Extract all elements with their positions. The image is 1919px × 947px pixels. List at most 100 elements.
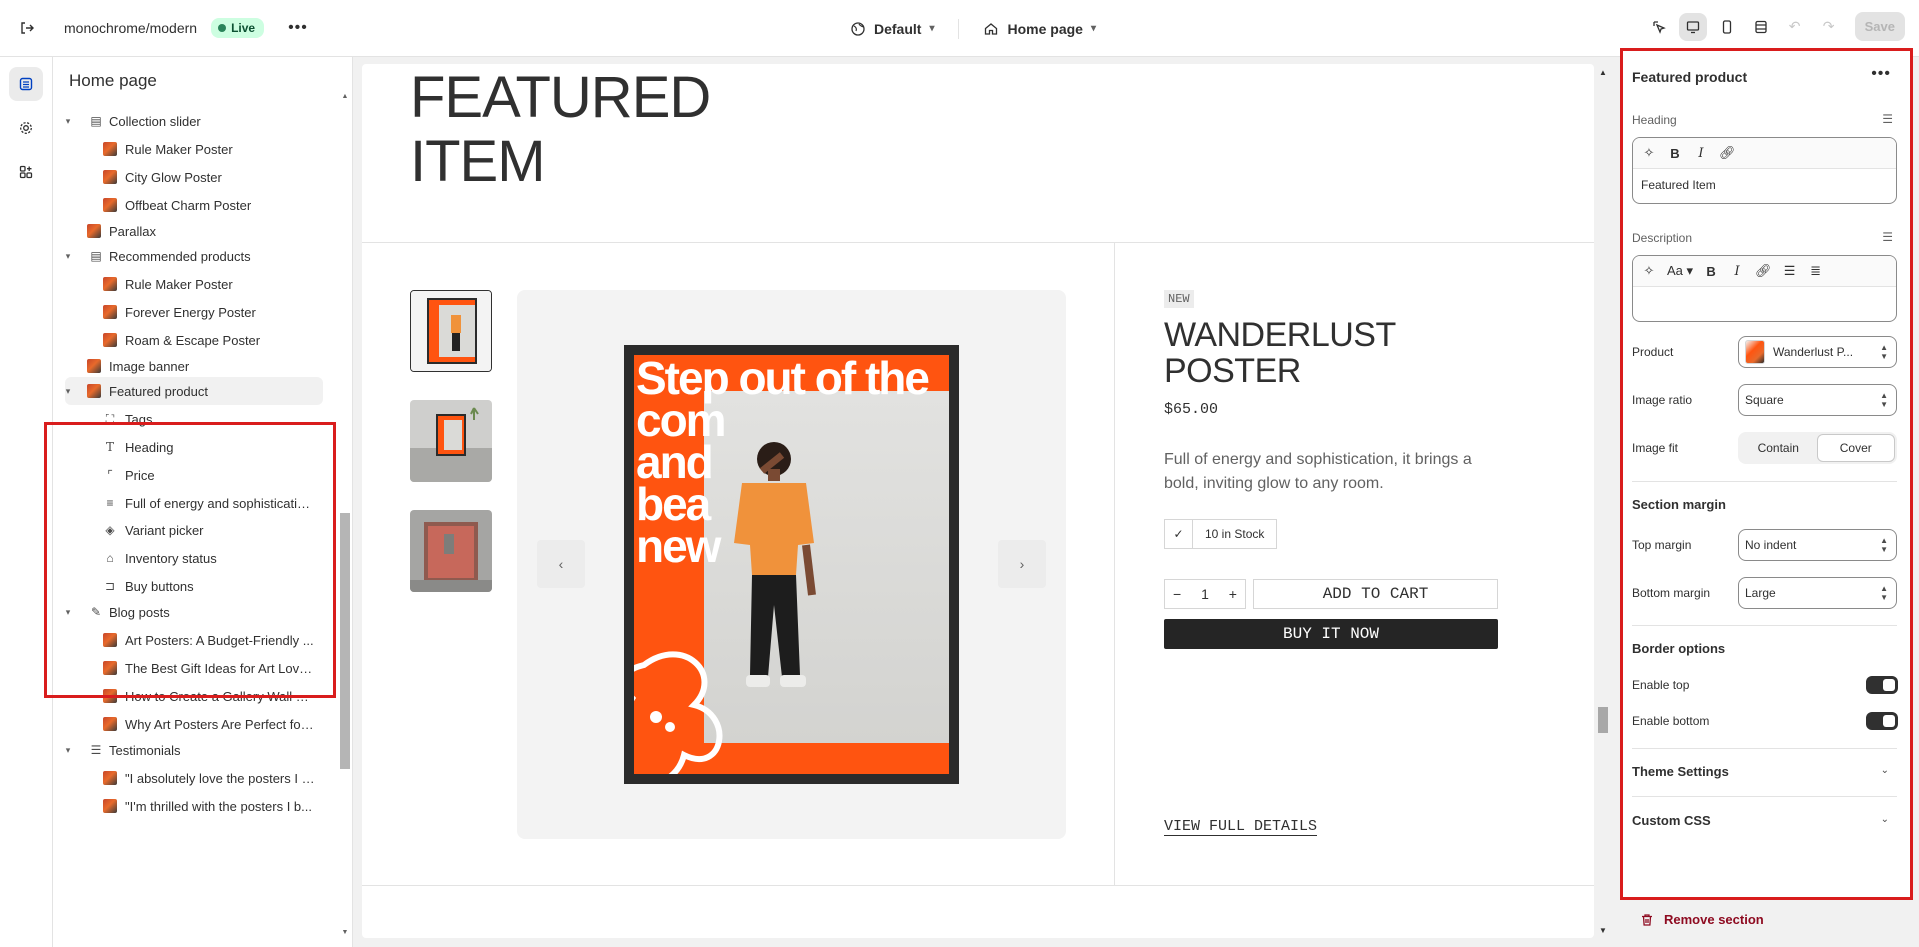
tree-item-parallax[interactable]: Parallax: [53, 217, 339, 245]
fullscreen-view-button[interactable]: [1747, 13, 1775, 41]
exit-button[interactable]: [0, 0, 54, 57]
media-thumbnail[interactable]: [410, 400, 492, 482]
sidebar-scrollbar[interactable]: ▲ ▼: [340, 93, 350, 939]
preview-scrollbar[interactable]: ▲ ▼: [1596, 64, 1610, 938]
image-fit-contain-option[interactable]: Contain: [1740, 434, 1817, 462]
divider: [1114, 243, 1115, 885]
inspector-button[interactable]: [1645, 13, 1673, 41]
apps-nav-button[interactable]: [9, 155, 43, 189]
tree-item-roam-escape-poster[interactable]: Roam & Escape Poster: [53, 326, 339, 354]
media-thumbnail[interactable]: [410, 510, 492, 592]
bottom-margin-select[interactable]: Large ▲ ▼: [1738, 577, 1897, 609]
save-button[interactable]: Save: [1854, 12, 1905, 41]
italic-button[interactable]: I: [1729, 264, 1745, 279]
theme-settings-nav-button[interactable]: [9, 111, 43, 145]
media-thumbnail[interactable]: [410, 290, 492, 372]
image-ratio-select[interactable]: Square ▲ ▼: [1738, 384, 1897, 416]
chevron-down-icon[interactable]: ⌄: [1881, 814, 1889, 825]
image-fit-cover-option[interactable]: Cover: [1816, 434, 1895, 462]
tree-item-offbeat-charm-poster[interactable]: Offbeat Charm Poster: [53, 191, 339, 219]
scrollbar-thumb[interactable]: [1598, 707, 1608, 733]
chevron-down-icon[interactable]: ⌄: [1881, 765, 1889, 776]
scrollbar-thumb[interactable]: [340, 513, 350, 769]
panel-more-button[interactable]: •••: [1871, 65, 1891, 83]
remove-section-button[interactable]: Remove section: [1640, 912, 1764, 927]
font-format-menu[interactable]: Aa ▾: [1667, 263, 1693, 279]
home-icon: [985, 22, 998, 35]
custom-css-accordion[interactable]: Custom CSS: [1632, 813, 1711, 828]
link-button[interactable]: 🔗︎: [1719, 145, 1736, 161]
scroll-down-icon: ▼: [1599, 926, 1607, 935]
tree-item-buy-buttons[interactable]: ⊐ Buy buttons: [53, 572, 339, 600]
tree-item-featured-product[interactable]: ▾ Featured product: [53, 377, 339, 405]
product-picker[interactable]: Wanderlust P... ▲ ▼: [1738, 336, 1897, 368]
theme-select[interactable]: Default ▾: [840, 15, 944, 43]
theme-settings-accordion[interactable]: Theme Settings: [1632, 764, 1729, 779]
heading-editor[interactable]: ✧ B I 🔗︎ Featured Item: [1632, 137, 1897, 204]
redo-icon: ↷: [1822, 18, 1835, 34]
bold-button[interactable]: B: [1667, 146, 1683, 161]
tree-item-blog-post[interactable]: The Best Gift Ideas for Art Lovers: [53, 654, 339, 682]
numbered-list-button[interactable]: ≣: [1808, 263, 1824, 279]
buy-now-button[interactable]: BUY IT NOW: [1164, 619, 1498, 649]
bold-button[interactable]: B: [1703, 264, 1719, 279]
tree-item-recommended-products[interactable]: ▾ ▤ Recommended products: [53, 242, 339, 270]
qty-increase-button[interactable]: +: [1229, 586, 1237, 602]
tree-item-collection-slider[interactable]: ▾ ▤ Collection slider: [53, 107, 339, 135]
ai-sparkle-icon[interactable]: ✧: [1641, 263, 1657, 279]
redo-button[interactable]: ↷: [1815, 13, 1843, 41]
tree-item-label: Collection slider: [109, 113, 201, 129]
divider: [1632, 796, 1897, 797]
qty-decrease-button[interactable]: −: [1173, 586, 1181, 602]
tree-item-testimonial[interactable]: "I'm thrilled with the posters I b...: [53, 792, 339, 820]
add-to-cart-button[interactable]: ADD TO CART: [1253, 579, 1498, 609]
media-next-button[interactable]: ›: [998, 540, 1046, 588]
tree-item-testimonial[interactable]: "I absolutely love the posters I o...: [53, 764, 339, 792]
italic-button[interactable]: I: [1693, 146, 1709, 161]
heading-input[interactable]: Featured Item: [1633, 169, 1896, 203]
tree-item-blog-post[interactable]: Why Art Posters Are Perfect for ...: [53, 710, 339, 738]
tree-item-testimonials[interactable]: ▾ ☰ Testimonials: [53, 736, 339, 764]
view-full-details-link[interactable]: VIEW FULL DETAILS: [1164, 818, 1318, 836]
tree-item-city-glow-poster[interactable]: City Glow Poster: [53, 163, 339, 191]
link-button[interactable]: 🔗︎: [1755, 263, 1772, 279]
dynamic-source-button[interactable]: ☰: [1882, 230, 1893, 244]
dynamic-source-button[interactable]: ☰: [1882, 112, 1893, 126]
sections-nav-button[interactable]: [9, 67, 43, 101]
tree-item-rule-maker-poster[interactable]: Rule Maker Poster: [53, 270, 339, 298]
desktop-view-button[interactable]: [1678, 12, 1707, 41]
quantity-stepper[interactable]: − 1 +: [1164, 579, 1246, 609]
media-prev-button[interactable]: ‹: [537, 540, 585, 588]
tree-item-blog-post[interactable]: Art Posters: A Budget-Friendly ...: [53, 626, 339, 654]
tree-item-rule-maker-poster[interactable]: Rule Maker Poster: [53, 135, 339, 163]
sections-icon: [19, 77, 33, 91]
description-input[interactable]: [1633, 287, 1896, 321]
product-title-line: POSTER: [1164, 352, 1301, 390]
top-margin-label: Top margin: [1632, 538, 1692, 552]
more-actions-button[interactable]: •••: [288, 19, 308, 37]
tree-item-image-banner[interactable]: Image banner: [53, 352, 339, 380]
tree-item-blog-posts[interactable]: ▾ ✎ Blog posts: [53, 598, 339, 626]
panel-title: Featured product: [1632, 69, 1748, 85]
tree-item-inventory-status[interactable]: ⌂ Inventory status: [53, 544, 339, 572]
description-editor[interactable]: ✧ Aa ▾ B I 🔗︎ ☰ ≣: [1632, 255, 1897, 322]
enable-bottom-toggle[interactable]: [1866, 712, 1898, 730]
bottom-margin-label: Bottom margin: [1632, 586, 1711, 600]
undo-button[interactable]: ↶: [1781, 13, 1809, 41]
tree-item-heading[interactable]: T Heading: [53, 433, 339, 461]
mobile-view-button[interactable]: [1713, 13, 1741, 41]
top-margin-select[interactable]: No indent ▲ ▼: [1738, 529, 1897, 561]
ai-sparkle-icon[interactable]: ✧: [1641, 145, 1657, 161]
tree-item-price[interactable]: ⌜ Price: [53, 461, 339, 489]
enable-top-toggle[interactable]: [1866, 676, 1898, 694]
page-select[interactable]: Home page ▾: [973, 15, 1106, 43]
qty-value[interactable]: 1: [1201, 586, 1209, 602]
bullet-list-button[interactable]: ☰: [1782, 263, 1798, 279]
tree-item-forever-energy-poster[interactable]: Forever Energy Poster: [53, 298, 339, 326]
tree-item-variant-picker[interactable]: ◈ Variant picker: [53, 516, 339, 544]
tree-item-blog-post[interactable]: How to Create a Gallery Wall wit...: [53, 682, 339, 710]
sidebar-title: Home page: [69, 71, 157, 90]
tree-item-description[interactable]: ≡ Full of energy and sophisticatio...: [53, 489, 339, 517]
tree-item-tags[interactable]: ⛶ Tags: [53, 405, 339, 433]
tree-item-label: Full of energy and sophisticatio...: [125, 495, 315, 511]
